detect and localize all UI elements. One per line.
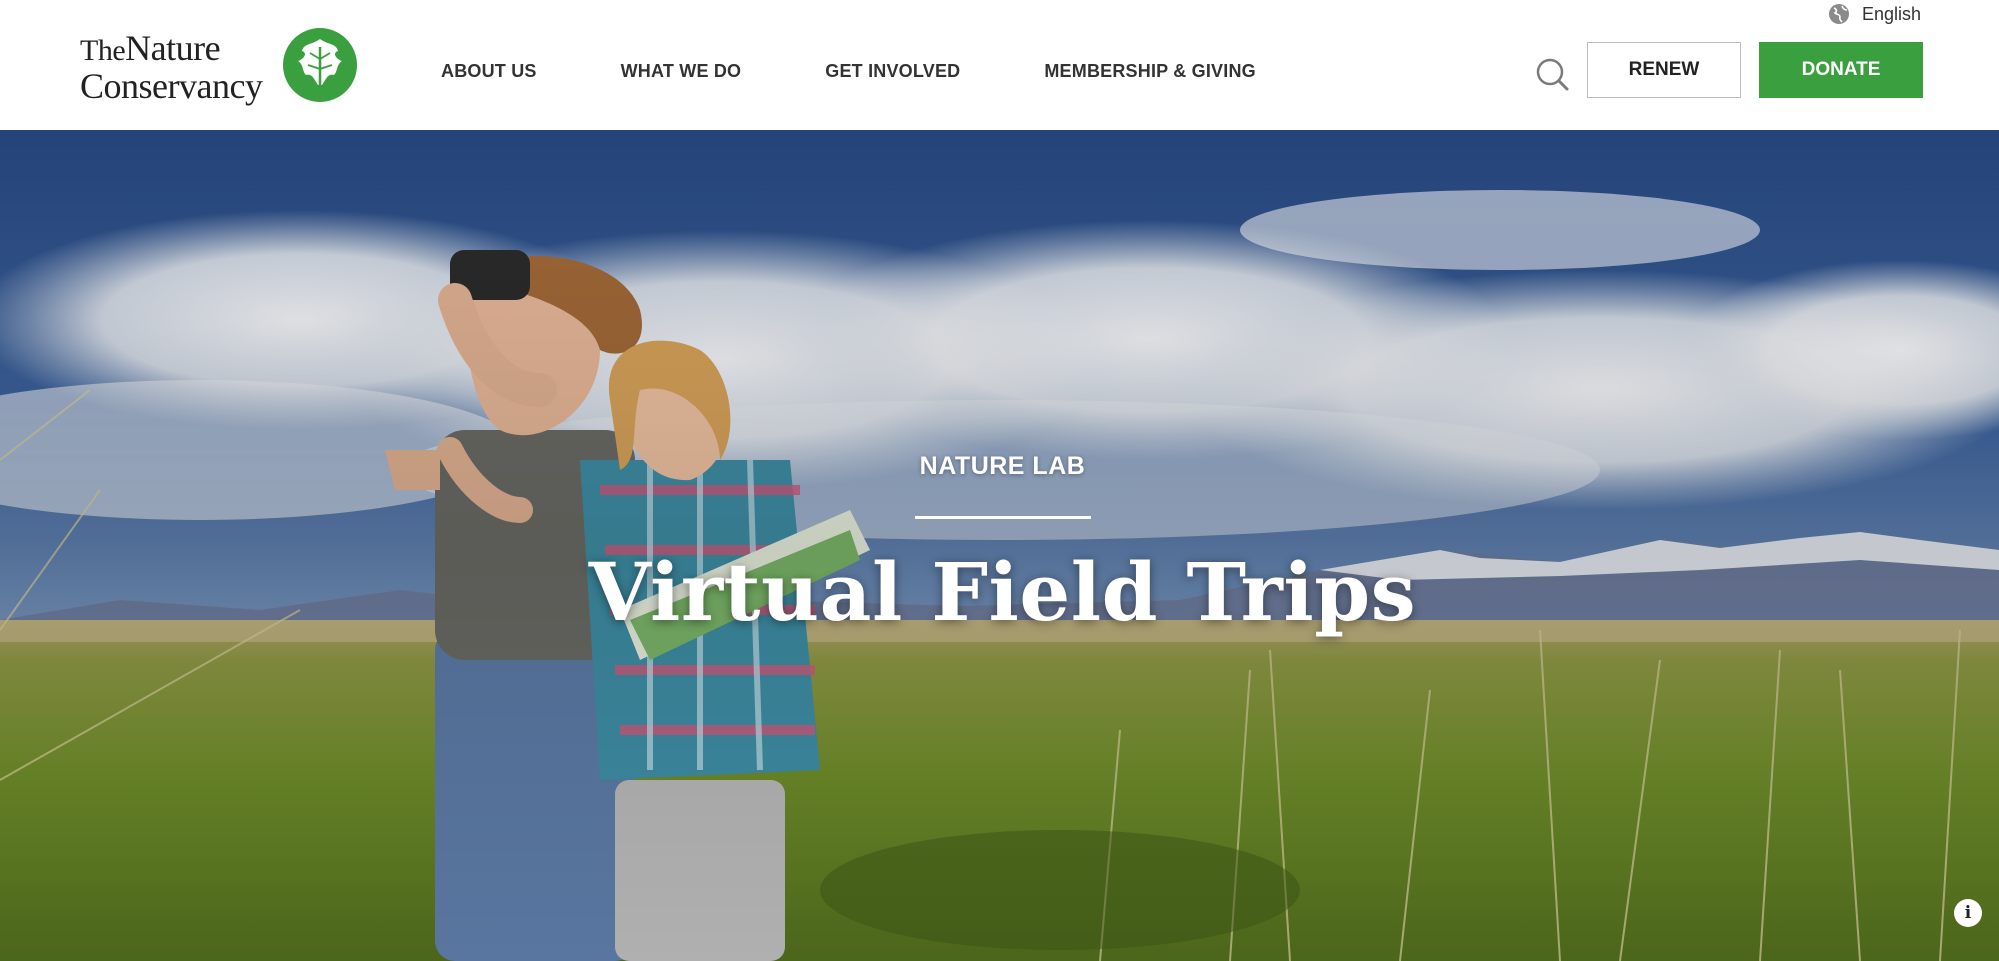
hero-eyebrow: NATURE LAB [919,452,1086,480]
nav-get-involved[interactable]: GET INVOLVED [825,61,960,82]
language-label: English [1862,3,1922,24]
main-nav: ABOUT US WHAT WE DO GET INVOLVED MEMBERS… [441,58,1256,84]
oak-leaf-icon [283,28,357,102]
photo-info-button[interactable]: i [1954,899,1982,927]
search-icon [1536,58,1569,91]
hero-divider [915,516,1091,519]
hero-banner: NATURE LAB Virtual Field Trips i [0,130,1999,961]
hero-title: Virtual Field Trips [588,545,1417,639]
info-icon: i [1964,903,1972,923]
nature-conservancy-logo[interactable]: TheNature Conservancy [80,24,360,110]
site-header: TheNature Conservancy English ABOUT US W… [0,0,1999,130]
nav-what-we-do[interactable]: WHAT WE DO [621,61,742,82]
renew-button[interactable]: RENEW [1587,42,1741,98]
donate-button[interactable]: DONATE [1759,42,1923,98]
search-button[interactable] [1532,54,1572,94]
nav-about-us[interactable]: ABOUT US [441,61,537,82]
language-selector[interactable]: English [1828,2,1921,26]
nav-membership-giving[interactable]: MEMBERSHIP & GIVING [1044,61,1256,82]
logo-wordmark: TheNature Conservancy [80,28,263,106]
globe-icon [1829,4,1849,24]
